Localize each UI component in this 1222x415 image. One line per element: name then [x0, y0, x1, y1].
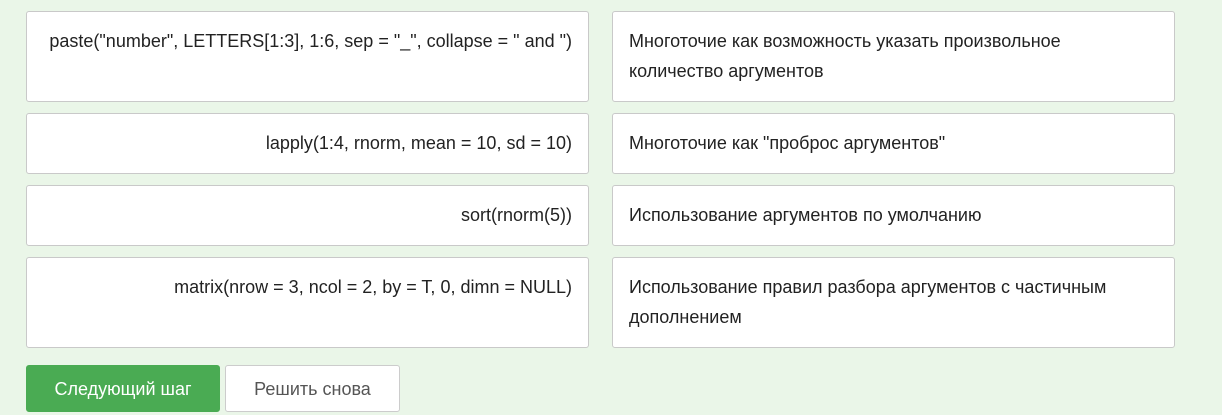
solve-again-button[interactable]: Решить снова: [225, 365, 400, 412]
description-partial-matching: Использование правил разбора аргументов …: [612, 257, 1175, 348]
description-default-args: Использование аргументов по умолчанию: [612, 185, 1175, 246]
code-option-paste[interactable]: paste("number", LETTERS[1:3], 1:6, sep =…: [26, 11, 589, 102]
description-passing-args: Многоточие как "проброс аргументов": [612, 113, 1175, 174]
description-arbitrary-args: Многоточие как возможность указать произ…: [612, 11, 1175, 102]
next-step-button[interactable]: Следующий шаг: [26, 365, 220, 412]
code-option-sort[interactable]: sort(rnorm(5)): [26, 185, 589, 246]
code-option-matrix[interactable]: matrix(nrow = 3, ncol = 2, by = T, 0, di…: [26, 257, 589, 348]
code-option-lapply[interactable]: lapply(1:4, rnorm, mean = 10, sd = 10): [26, 113, 589, 174]
